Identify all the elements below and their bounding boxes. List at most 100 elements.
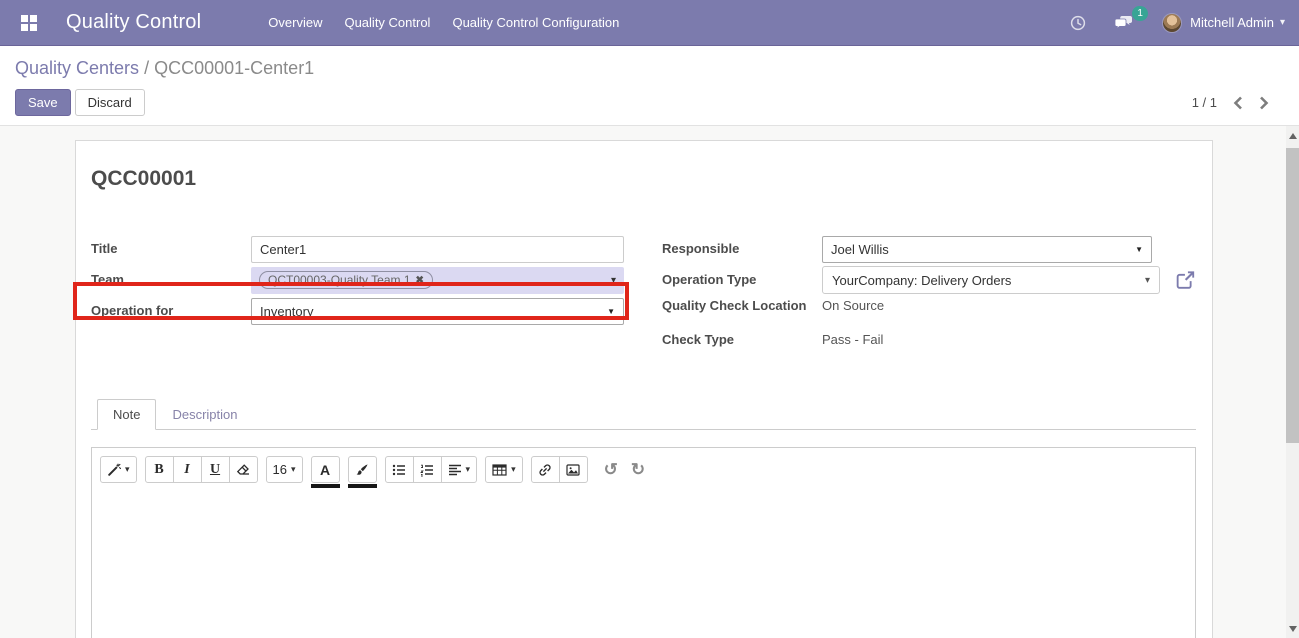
paintbrush-icon [355, 463, 369, 477]
field-row-quality-check-location: Quality Check Location On Source [662, 297, 1196, 325]
caret-down-icon: ▾ [511, 464, 516, 475]
scroll-up-button[interactable] [1286, 128, 1299, 143]
check-type-value: Pass - Fail [822, 332, 883, 347]
field-row-team: Team QCT00003-Quality Team 1 ✖ ▾ [91, 266, 624, 294]
team-tags-field[interactable]: QCT00003-Quality Team 1 ✖ ▾ [251, 267, 624, 294]
magic-wand-icon [107, 463, 121, 477]
select-arrow-icon: ▼ [1135, 245, 1143, 254]
ordered-list-button[interactable] [413, 456, 442, 483]
responsible-label: Responsible [662, 240, 822, 258]
quality-check-location-label: Quality Check Location [662, 297, 822, 315]
chevron-down-icon: ▾ [1280, 17, 1285, 28]
text-color-indicator [311, 484, 340, 488]
vertical-scrollbar[interactable] [1286, 126, 1299, 638]
notebook-tabs: Note Description [91, 399, 1196, 430]
insert-link-button[interactable] [531, 456, 560, 483]
note-editor: ▾ B I U [91, 447, 1196, 638]
table-button[interactable]: ▾ [485, 456, 523, 483]
team-dropdown-caret-icon[interactable]: ▾ [611, 275, 616, 286]
unordered-list-icon [392, 463, 406, 477]
title-label: Title [91, 240, 251, 258]
activities-button[interactable] [1060, 11, 1096, 35]
breadcrumb-parent[interactable]: Quality Centers [15, 58, 139, 78]
discard-button[interactable]: Discard [75, 89, 145, 116]
operation-for-select[interactable]: Inventory ▼ [251, 298, 624, 325]
text-color-button[interactable]: A [311, 456, 340, 483]
scrollbar-thumb[interactable] [1286, 148, 1299, 443]
operation-for-value: Inventory [260, 304, 313, 319]
clock-icon [1070, 15, 1086, 31]
open-record-button[interactable] [1175, 270, 1196, 290]
select-arrow-icon: ▼ [607, 307, 615, 316]
field-row-title: Title [91, 235, 624, 263]
scroll-down-button[interactable] [1286, 621, 1299, 636]
form-fields: Title Team QCT00003-Quality Team 1 ✖ [91, 235, 1196, 365]
navbar-right: 1 Mitchell Admin ▾ [1060, 10, 1285, 35]
quality-check-location-value: On Source [822, 298, 884, 313]
caret-down-icon: ▾ [125, 464, 130, 475]
operation-type-combobox[interactable]: YourCompany: Delivery Orders ▾ [822, 266, 1160, 294]
paragraph-align-button[interactable]: ▾ [441, 456, 478, 483]
redo-button[interactable]: ↻ [625, 456, 651, 483]
pager-value: 1 / 1 [1192, 95, 1217, 110]
italic-button[interactable]: I [173, 456, 202, 483]
menu-quality-control-configuration[interactable]: Quality Control Configuration [441, 9, 630, 36]
background-color-button[interactable] [348, 456, 377, 483]
save-button[interactable]: Save [15, 89, 71, 116]
eraser-icon [236, 463, 250, 477]
operation-type-value: YourCompany: Delivery Orders [832, 273, 1011, 288]
underline-button[interactable]: U [201, 456, 230, 483]
text-color-letter: A [320, 462, 330, 478]
top-navbar: Quality Control Overview Quality Control… [0, 0, 1299, 46]
user-menu[interactable]: Mitchell Admin ▾ [1162, 13, 1285, 33]
external-link-icon [1175, 270, 1196, 290]
field-row-operation-type: Operation Type YourCompany: Delivery Ord… [662, 266, 1196, 294]
responsible-value: Joel Willis [831, 242, 889, 257]
triangle-up-icon [1289, 133, 1297, 139]
avatar [1162, 13, 1182, 33]
messages-button[interactable]: 1 [1104, 10, 1144, 35]
menu-overview[interactable]: Overview [257, 9, 333, 36]
check-type-label: Check Type [662, 331, 822, 349]
field-row-operation-for: Operation for Inventory ▼ [91, 297, 624, 325]
breadcrumb-separator: / [144, 58, 154, 78]
menu-quality-control[interactable]: Quality Control [333, 9, 441, 36]
caret-down-icon: ▾ [291, 464, 296, 475]
font-size-button[interactable]: 16 ▾ [266, 456, 303, 483]
responsible-select[interactable]: Joel Willis ▼ [822, 236, 1152, 263]
bold-button[interactable]: B [145, 456, 174, 483]
control-panel: Quality Centers / QCC00001-Center1 Save … [0, 46, 1299, 126]
pager-previous-button[interactable] [1225, 94, 1251, 112]
chevron-right-icon [1259, 96, 1269, 110]
undo-button[interactable]: ↺ [598, 456, 624, 483]
note-editor-body[interactable] [92, 491, 1195, 638]
caret-down-icon: ▾ [466, 464, 471, 475]
operation-type-label: Operation Type [662, 271, 822, 289]
remove-format-button[interactable] [229, 456, 258, 483]
pager-next-button[interactable] [1251, 94, 1277, 112]
content-area: QCC00001 Title Team QCT00003-Quality Tea… [0, 126, 1299, 638]
pager: 1 / 1 [1192, 94, 1277, 112]
record-name: QCC00001 [91, 167, 1196, 191]
breadcrumb-current: QCC00001-Center1 [154, 58, 314, 78]
tab-description[interactable]: Description [156, 399, 253, 430]
style-button[interactable]: ▾ [100, 456, 137, 483]
background-color-indicator [348, 484, 377, 488]
field-row-responsible: Responsible Joel Willis ▼ [662, 235, 1196, 263]
title-input[interactable] [251, 236, 624, 263]
unordered-list-button[interactable] [385, 456, 414, 483]
chat-bubbles-icon [1114, 14, 1134, 31]
link-icon [538, 463, 552, 477]
grid-icon [21, 15, 37, 31]
apps-menu-icon[interactable] [14, 8, 44, 38]
table-icon [492, 463, 507, 477]
form-sheet: QCC00001 Title Team QCT00003-Quality Tea… [75, 140, 1213, 638]
tab-note[interactable]: Note [97, 399, 156, 430]
tag-remove-icon[interactable]: ✖ [416, 275, 424, 286]
team-tag-label: QCT00003-Quality Team 1 [268, 273, 411, 287]
insert-image-button[interactable] [559, 456, 588, 483]
breadcrumb: Quality Centers / QCC00001-Center1 [15, 58, 1299, 79]
app-brand[interactable]: Quality Control [66, 11, 201, 34]
combo-caret-icon: ▾ [1145, 275, 1150, 286]
main-menu: Overview Quality Control Quality Control… [257, 9, 630, 36]
